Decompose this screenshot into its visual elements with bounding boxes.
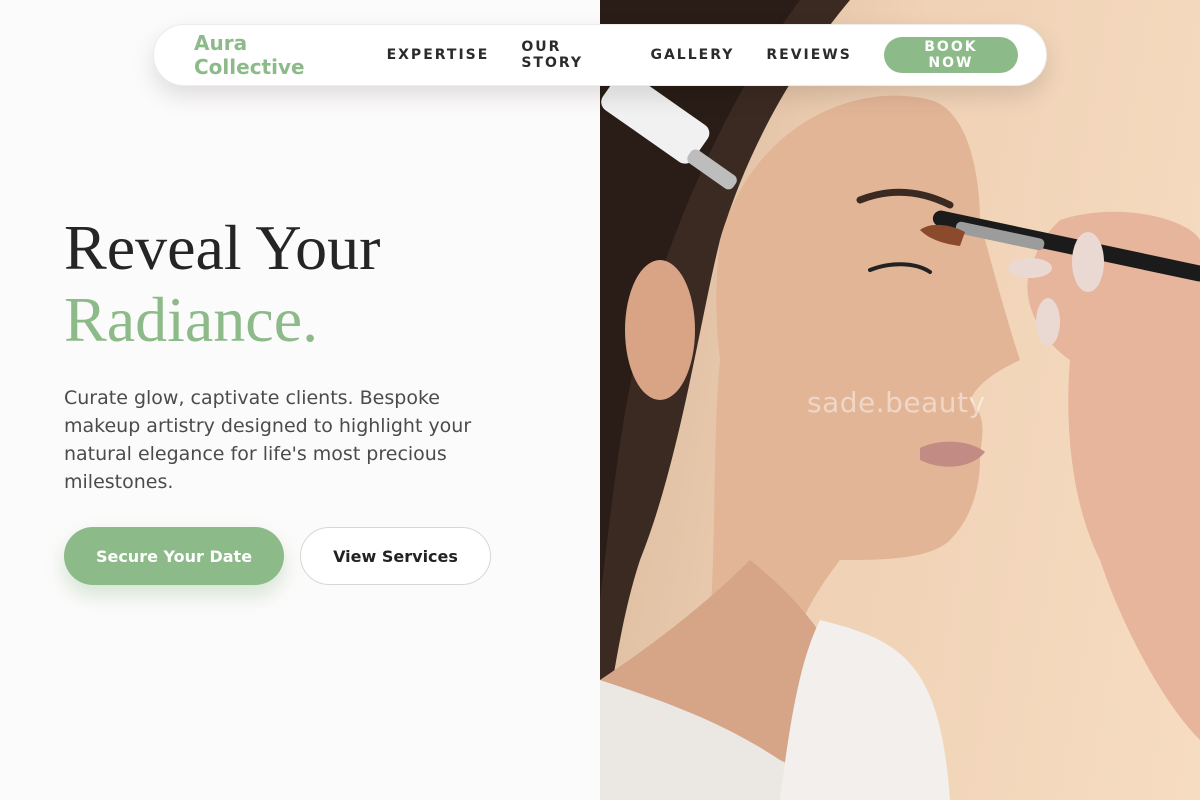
top-navigation: Aura Collective EXPERTISE OUR STORY GALL… — [153, 24, 1047, 86]
hero-photo: sade.beauty — [600, 0, 1200, 800]
book-now-button[interactable]: BOOK NOW — [883, 37, 1018, 73]
nav-link-our-story[interactable]: OUR STORY — [521, 39, 618, 71]
brand-logo[interactable]: Aura Collective — [194, 31, 347, 79]
nav-link-gallery[interactable]: GALLERY — [650, 47, 734, 63]
view-services-button[interactable]: View Services — [300, 527, 491, 585]
hero-title: Reveal Your Radiance. — [64, 212, 380, 356]
nav-link-reviews[interactable]: REVIEWS — [766, 47, 851, 63]
hero-title-line1: Reveal Your — [64, 212, 381, 283]
hero-title-line2: Radiance. — [64, 284, 319, 355]
photo-watermark: sade.beauty — [807, 386, 986, 419]
nav-link-expertise[interactable]: EXPERTISE — [387, 47, 490, 63]
hero-description: Curate glow, captivate clients. Bespoke … — [64, 387, 472, 493]
secure-date-button[interactable]: Secure Your Date — [64, 527, 284, 585]
